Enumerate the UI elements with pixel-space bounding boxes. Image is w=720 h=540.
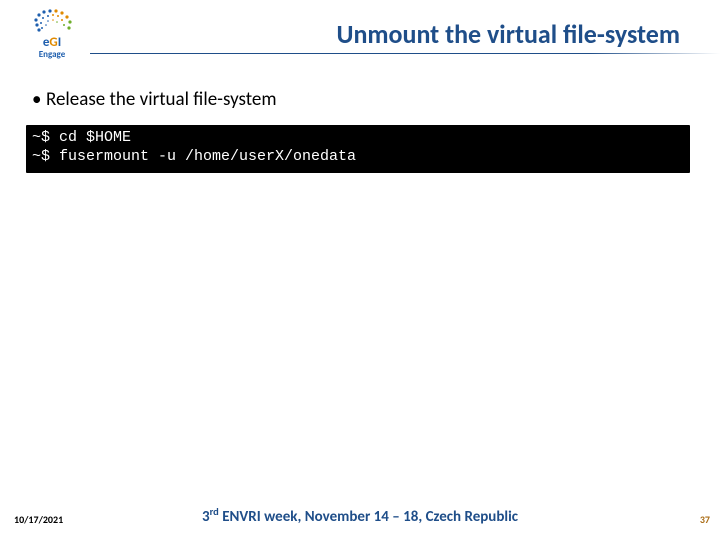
logo-burst-icon bbox=[22, 8, 82, 36]
logo-subtext: Engage bbox=[12, 49, 92, 60]
code-line: ~$ cd $HOME bbox=[32, 129, 131, 146]
logo-letter-g: G bbox=[49, 35, 57, 50]
footer-ordinal-num: 3 bbox=[202, 508, 210, 526]
footer-ordinal-suffix: rd bbox=[210, 505, 219, 518]
logo: eGI Engage bbox=[12, 8, 92, 68]
code-block: ~$ cd $HOME ~$ fusermount -u /home/userX… bbox=[26, 125, 690, 173]
bullet-item: •Release the virtual file-system bbox=[32, 88, 694, 111]
slide-body: •Release the virtual file-system ~$ cd $… bbox=[26, 88, 694, 173]
bullet-text: Release the virtual file-system bbox=[46, 88, 277, 111]
footer-event-text: ENVRI week, November 14 – 18, Czech Repu… bbox=[219, 508, 518, 526]
code-line: ~$ fusermount -u /home/userX/onedata bbox=[32, 148, 356, 165]
page-title: Unmount the virtual file-system bbox=[336, 18, 680, 50]
slide: eGI Engage Unmount the virtual file-syst… bbox=[0, 0, 720, 540]
logo-letter-i: I bbox=[58, 35, 61, 50]
footer: 10/17/2021 3rd ENVRI week, November 14 –… bbox=[0, 504, 720, 526]
logo-text: eGI bbox=[12, 36, 92, 49]
bullet-dot-icon: • bbox=[32, 88, 46, 111]
footer-center: 3rd ENVRI week, November 14 – 18, Czech … bbox=[0, 505, 720, 526]
footer-page-number: 37 bbox=[700, 513, 710, 526]
title-underline bbox=[0, 53, 720, 54]
